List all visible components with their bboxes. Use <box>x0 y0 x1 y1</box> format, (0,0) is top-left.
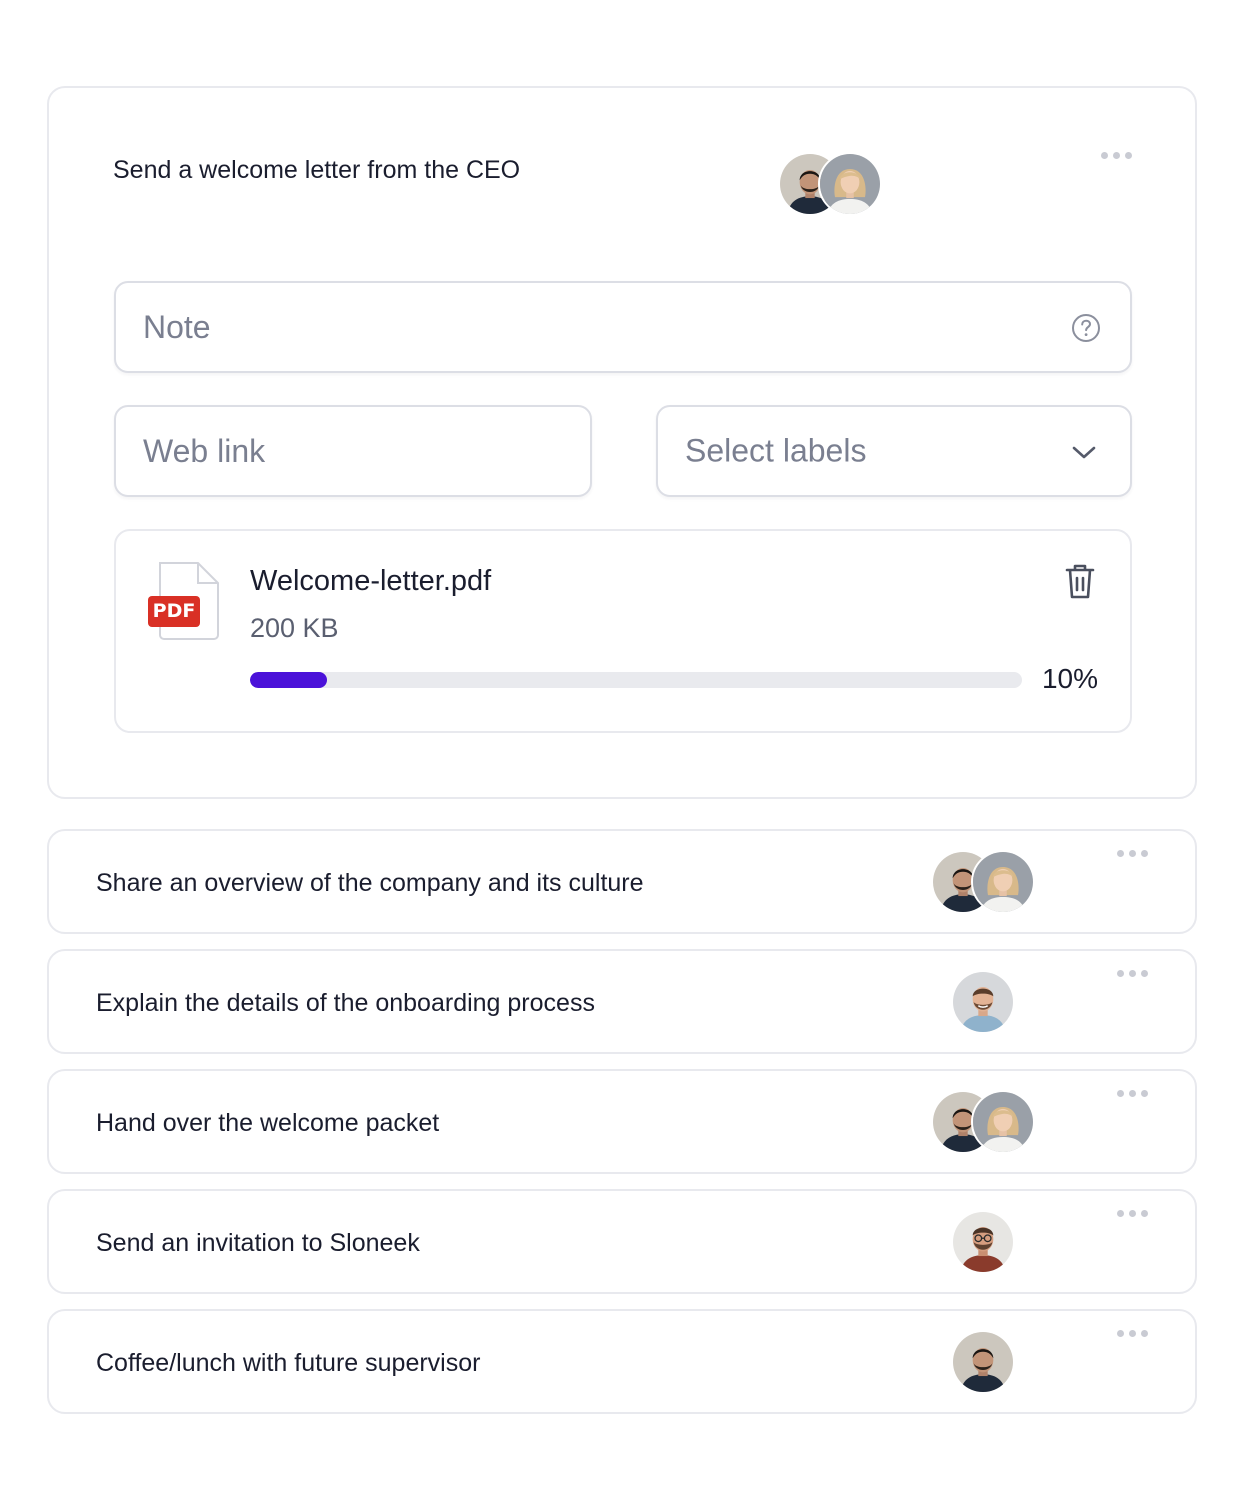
pdf-file-icon: PDF <box>146 559 226 643</box>
avatar <box>951 970 1015 1034</box>
trash-icon[interactable] <box>1062 561 1098 601</box>
assignee-avatars[interactable] <box>931 1090 1037 1154</box>
more-options-icon[interactable] <box>1117 970 1148 977</box>
woman-blonde-avatar-icon <box>973 1092 1033 1152</box>
avatar <box>951 1330 1015 1394</box>
upload-progress-bar <box>250 672 1022 688</box>
avatar <box>818 152 882 216</box>
task-row[interactable]: Send an invitation to Sloneek <box>47 1189 1197 1294</box>
woman-blonde-avatar-icon <box>973 852 1033 912</box>
task-card-expanded: Send a welcome letter from the CEO Selec… <box>47 86 1197 799</box>
task-title: Coffee/lunch with future supervisor <box>96 1349 481 1377</box>
assignee-avatars[interactable] <box>778 152 884 216</box>
task-title: Send an invitation to Sloneek <box>96 1229 420 1257</box>
note-input[interactable] <box>116 283 1130 371</box>
task-title: Hand over the welcome packet <box>96 1109 440 1137</box>
task-row[interactable]: Share an overview of the company and its… <box>47 829 1197 934</box>
pdf-badge: PDF <box>148 596 200 627</box>
file-name: Welcome-letter.pdf <box>250 565 492 597</box>
help-circle-icon[interactable] <box>1070 312 1102 344</box>
assignee-avatars[interactable] <box>951 1330 1015 1394</box>
assignee-avatars[interactable] <box>951 1210 1015 1274</box>
assignee-avatars[interactable] <box>931 850 1037 914</box>
web-link-input[interactable] <box>116 407 590 495</box>
assignee-avatars[interactable] <box>951 970 1015 1034</box>
more-options-icon[interactable] <box>1117 1210 1148 1217</box>
web-link-field[interactable] <box>114 405 592 497</box>
more-options-icon[interactable] <box>1117 850 1148 857</box>
task-row[interactable]: Coffee/lunch with future supervisor <box>47 1309 1197 1414</box>
woman-blonde-avatar-icon <box>820 154 880 214</box>
more-options-icon[interactable] <box>1101 152 1132 159</box>
task-title: Send a welcome letter from the CEO <box>113 156 521 184</box>
task-title: Share an overview of the company and its… <box>96 869 644 897</box>
file-attachment: PDF Welcome-letter.pdf 200 KB 10% <box>114 529 1132 733</box>
man-glasses-beard-avatar-icon <box>953 1212 1013 1272</box>
note-field[interactable] <box>114 281 1132 373</box>
task-row[interactable]: Hand over the welcome packet <box>47 1069 1197 1174</box>
file-size: 200 KB <box>250 613 339 643</box>
upload-progress-label: 10% <box>1041 663 1098 694</box>
task-row[interactable]: Explain the details of the onboarding pr… <box>47 949 1197 1054</box>
more-options-icon[interactable] <box>1117 1330 1148 1337</box>
avatar <box>971 850 1035 914</box>
select-labels-dropdown[interactable]: Select labels <box>656 405 1132 497</box>
man-dark-hair-avatar-icon <box>953 1332 1013 1392</box>
avatar <box>951 1210 1015 1274</box>
select-labels-placeholder: Select labels <box>685 432 867 469</box>
avatar <box>971 1090 1035 1154</box>
task-title: Explain the details of the onboarding pr… <box>96 989 595 1017</box>
chevron-down-icon <box>1072 446 1096 459</box>
man-bearded-smiling-avatar-icon <box>953 972 1013 1032</box>
more-options-icon[interactable] <box>1117 1090 1148 1097</box>
upload-progress-fill <box>250 672 328 688</box>
